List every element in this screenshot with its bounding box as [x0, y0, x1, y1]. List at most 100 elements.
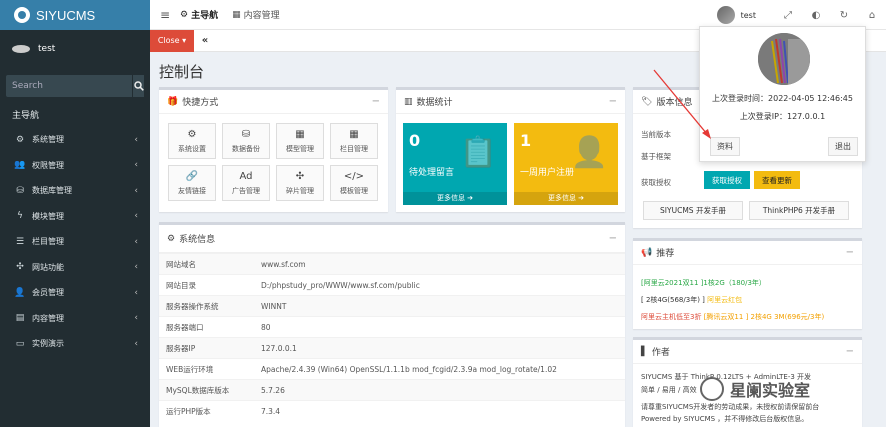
navbar-username[interactable]: test — [741, 11, 756, 20]
shortcut-tile[interactable]: 🔗 友情链接 — [168, 165, 216, 201]
table-row: WEB运行环境 Apache/2.4.39 (Win64) OpenSSL/1.1… — [159, 358, 625, 380]
shortcut-tile[interactable]: ▦ 栏目管理 — [330, 123, 378, 159]
chevron-left-icon: ‹ — [134, 160, 138, 171]
promo-link[interactable]: [阿里云2021双11 ]1核2G（180/3年） — [641, 278, 766, 288]
get-license-button[interactable]: 获取授权 — [704, 171, 750, 189]
tag-icon: 🏷 — [641, 96, 653, 107]
tab-main-nav[interactable]: ⚙ 主导航 — [180, 8, 218, 22]
sidebar-item-7[interactable]: ▤ 内容管理 ‹ — [0, 306, 150, 332]
info-key: 服务器端口 — [159, 316, 254, 338]
user-avatar[interactable] — [716, 6, 735, 24]
brand-logo[interactable]: SIYUCMS — [0, 0, 150, 30]
shortcut-icon: </> — [343, 170, 365, 182]
stat-label: 待处理留言 — [409, 168, 455, 178]
sidebar-item-label: 模块管理 — [32, 211, 64, 221]
home-icon[interactable]: ⌂ — [858, 10, 886, 21]
sidebar-item-2[interactable]: ⛁ 数据库管理 ‹ — [0, 178, 150, 204]
stats-panel: ▥ 数据统计 − 0 待处理留言 📋 更多信息 ➔ 1 一周用户注册 👤 更多信… — [396, 87, 625, 212]
logout-button[interactable]: 退出 — [828, 137, 858, 156]
user-plus-icon: 👤 — [570, 135, 608, 170]
shortcut-label: 友情链接 — [178, 186, 206, 195]
more-info-link[interactable]: 更多信息 ➔ — [403, 192, 507, 205]
sidebar-item-1[interactable]: 👥 权限管理 ‹ — [0, 153, 150, 179]
search-icon — [133, 81, 144, 91]
stat-count: 1 — [520, 131, 532, 150]
shortcut-label: 模板管理 — [340, 186, 368, 195]
collapse-icon[interactable]: − — [846, 346, 854, 357]
info-value: 80 — [254, 316, 625, 338]
panel-header: ▥ 数据统计 − — [396, 90, 625, 114]
promo-link[interactable]: 阿里云主机低至3折 — [641, 313, 701, 321]
sidebar-item-4[interactable]: ☰ 栏目管理 ‹ — [0, 229, 150, 255]
system-info-panel: ⚙ 系统信息 − 网站域名 www.sf.com 网站目录 D:/phpstudy_p… — [159, 222, 625, 427]
menu-header: 主导航 — [12, 111, 40, 121]
chevron-left-icon: ‹ — [134, 134, 138, 145]
shortcut-icon: ▦ — [349, 128, 359, 140]
thinkphp-manual-button[interactable]: ThinkPHP6 开发手册 — [749, 201, 849, 220]
collapse-icon[interactable]: − — [846, 247, 854, 258]
sidebar-item-6[interactable]: 👤 会员管理 ‹ — [0, 280, 150, 306]
close-tabs-button[interactable]: Close ▾ — [150, 29, 194, 52]
panel-title: 作者 — [651, 348, 670, 358]
gift-icon: 🎁 — [167, 96, 179, 107]
close-label: Close — [157, 36, 180, 45]
bolt-icon: ϟ — [17, 211, 23, 222]
sidebar-item-label: 内容管理 — [32, 313, 64, 323]
promo-link[interactable]: [腾讯云双11 ] 2核4G 3M(696元/3年) — [704, 313, 825, 321]
profile-button[interactable]: 资料 — [710, 137, 740, 156]
table-row: 服务器IP 127.0.0.1 — [159, 337, 625, 359]
tab-content-manage[interactable]: ▦ 内容管理 — [232, 8, 280, 22]
palette-icon[interactable]: ◐ — [802, 10, 830, 21]
panel-header: 🎁 快捷方式 − — [159, 90, 388, 114]
shortcut-tile[interactable]: ⛁ 数据备份 — [222, 123, 270, 159]
shortcut-tile[interactable]: ▦ 模型管理 — [276, 123, 324, 159]
table-row: 服务器操作系统 WINNT — [159, 295, 625, 317]
desktop-icon: ▭ — [15, 338, 25, 349]
panel-header: ▌ 作者 − — [633, 340, 862, 364]
check-update-button[interactable]: 查看更新 — [754, 171, 800, 189]
sidebar-item-5[interactable]: ✣ 网站功能 ‹ — [0, 255, 150, 281]
gear-icon: ⚙ — [167, 233, 176, 244]
brand-name: SIYUCMS — [36, 7, 96, 23]
shortcut-icon: ✣ — [295, 170, 305, 182]
shortcut-icon: ⚙ — [187, 128, 197, 140]
more-info-link[interactable]: 更多信息 ➔ — [514, 192, 618, 205]
last-login-ip: 上次登录IP：127.0.0.1 — [739, 112, 826, 121]
collapse-icon[interactable]: − — [372, 96, 380, 107]
fullscreen-icon[interactable]: ⤢ — [774, 10, 802, 21]
sidebar-item-8[interactable]: ▭ 实例演示 ‹ — [0, 331, 150, 357]
info-key: 网站目录 — [159, 274, 254, 296]
chevron-left-icon: ‹ — [134, 287, 138, 298]
collapse-icon[interactable]: − — [609, 233, 617, 244]
shortcut-tile[interactable]: ⚙ 系统设置 — [168, 123, 216, 159]
panel-title: 数据统计 — [416, 98, 453, 108]
siyucms-manual-button[interactable]: SIYUCMS 开发手册 — [643, 201, 743, 220]
search-input[interactable] — [6, 75, 132, 97]
refresh-icon[interactable]: ↻ — [830, 10, 858, 21]
sidebar-item-3[interactable]: ϟ 模块管理 ‹ — [0, 204, 150, 230]
sidebar-item-0[interactable]: ⚙ 系统管理 ‹ — [0, 127, 150, 153]
table-row: 运行PHP版本 7.3.4 — [159, 400, 625, 422]
shortcut-label: 系统设置 — [178, 144, 206, 153]
author-text: Powered by SIYUCMS ，并不得修改后台版权信息。 — [641, 415, 809, 423]
shortcut-tile[interactable]: </> 模板管理 — [330, 165, 378, 201]
panel-title: 版本信息 — [656, 98, 693, 108]
shortcut-label: 数据备份 — [232, 144, 260, 153]
collapse-icon[interactable]: − — [609, 96, 617, 107]
last-login-time: 上次登录时间：2022-04-05 12:46:45 — [712, 94, 853, 103]
shortcut-label: 模型管理 — [286, 144, 314, 153]
bullhorn-icon: 📢 — [641, 247, 653, 258]
logo-icon — [14, 7, 30, 23]
shortcut-label: 栏目管理 — [340, 144, 368, 153]
hamburger-menu-icon[interactable]: ≡ — [150, 8, 180, 22]
promo-link[interactable]: 阿里云红包 — [707, 296, 742, 304]
shortcut-tile[interactable]: ✣ 碎片管理 — [276, 165, 324, 201]
chevron-left-icon: ‹ — [134, 211, 138, 222]
watermark: 星阑实验室 — [700, 374, 886, 404]
shortcut-tile[interactable]: Ad 广告管理 — [222, 165, 270, 201]
avatar-image-icon — [758, 33, 810, 85]
scroll-left-icon[interactable]: « — [194, 35, 216, 46]
table-row: 网站目录 D:/phpstudy_pro/WWW/www.sf.com/publi… — [159, 274, 625, 296]
sidebar-item-label: 网站功能 — [32, 262, 64, 272]
search-button[interactable] — [132, 75, 144, 97]
